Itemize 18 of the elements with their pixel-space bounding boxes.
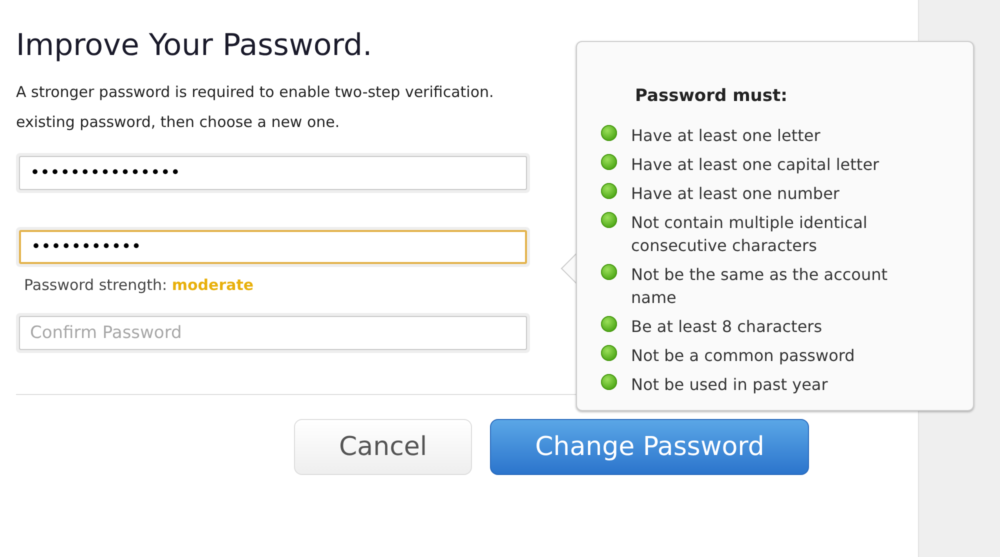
requirement-text: Be at least 8 characters [631,316,822,338]
requirement-text: Not be used in past year [631,374,828,396]
description-text: A stronger password is required to enable two-step verification. [16,82,494,103]
requirement-text: Have at least one number [631,183,840,205]
requirement-text: Have at least one capital letter [631,154,880,176]
password-field[interactable]: ••••••••••• [19,230,527,264]
change-password-button[interactable]: Change Password [490,419,810,475]
requirement-text: Not contain multiple identical consecutive characters [631,212,868,257]
popover-heading: Password must: [635,86,788,106]
password-field[interactable]: ••••••••••••••• [19,156,527,190]
page-title: Improve Your Password. [16,28,374,63]
requirement-text: Have at least one letter [631,125,820,147]
password-strength-text: Password strength: moderate [24,276,255,294]
requirement-text: Not be the same as the account name [631,264,889,309]
requirement-text: Not be a common password [631,345,855,367]
cancel-button[interactable]: Cancel [294,419,472,475]
confirm-password-field[interactable]: Confirm Password [19,316,527,350]
description-text: existing password, then choose a new one. [16,112,340,133]
